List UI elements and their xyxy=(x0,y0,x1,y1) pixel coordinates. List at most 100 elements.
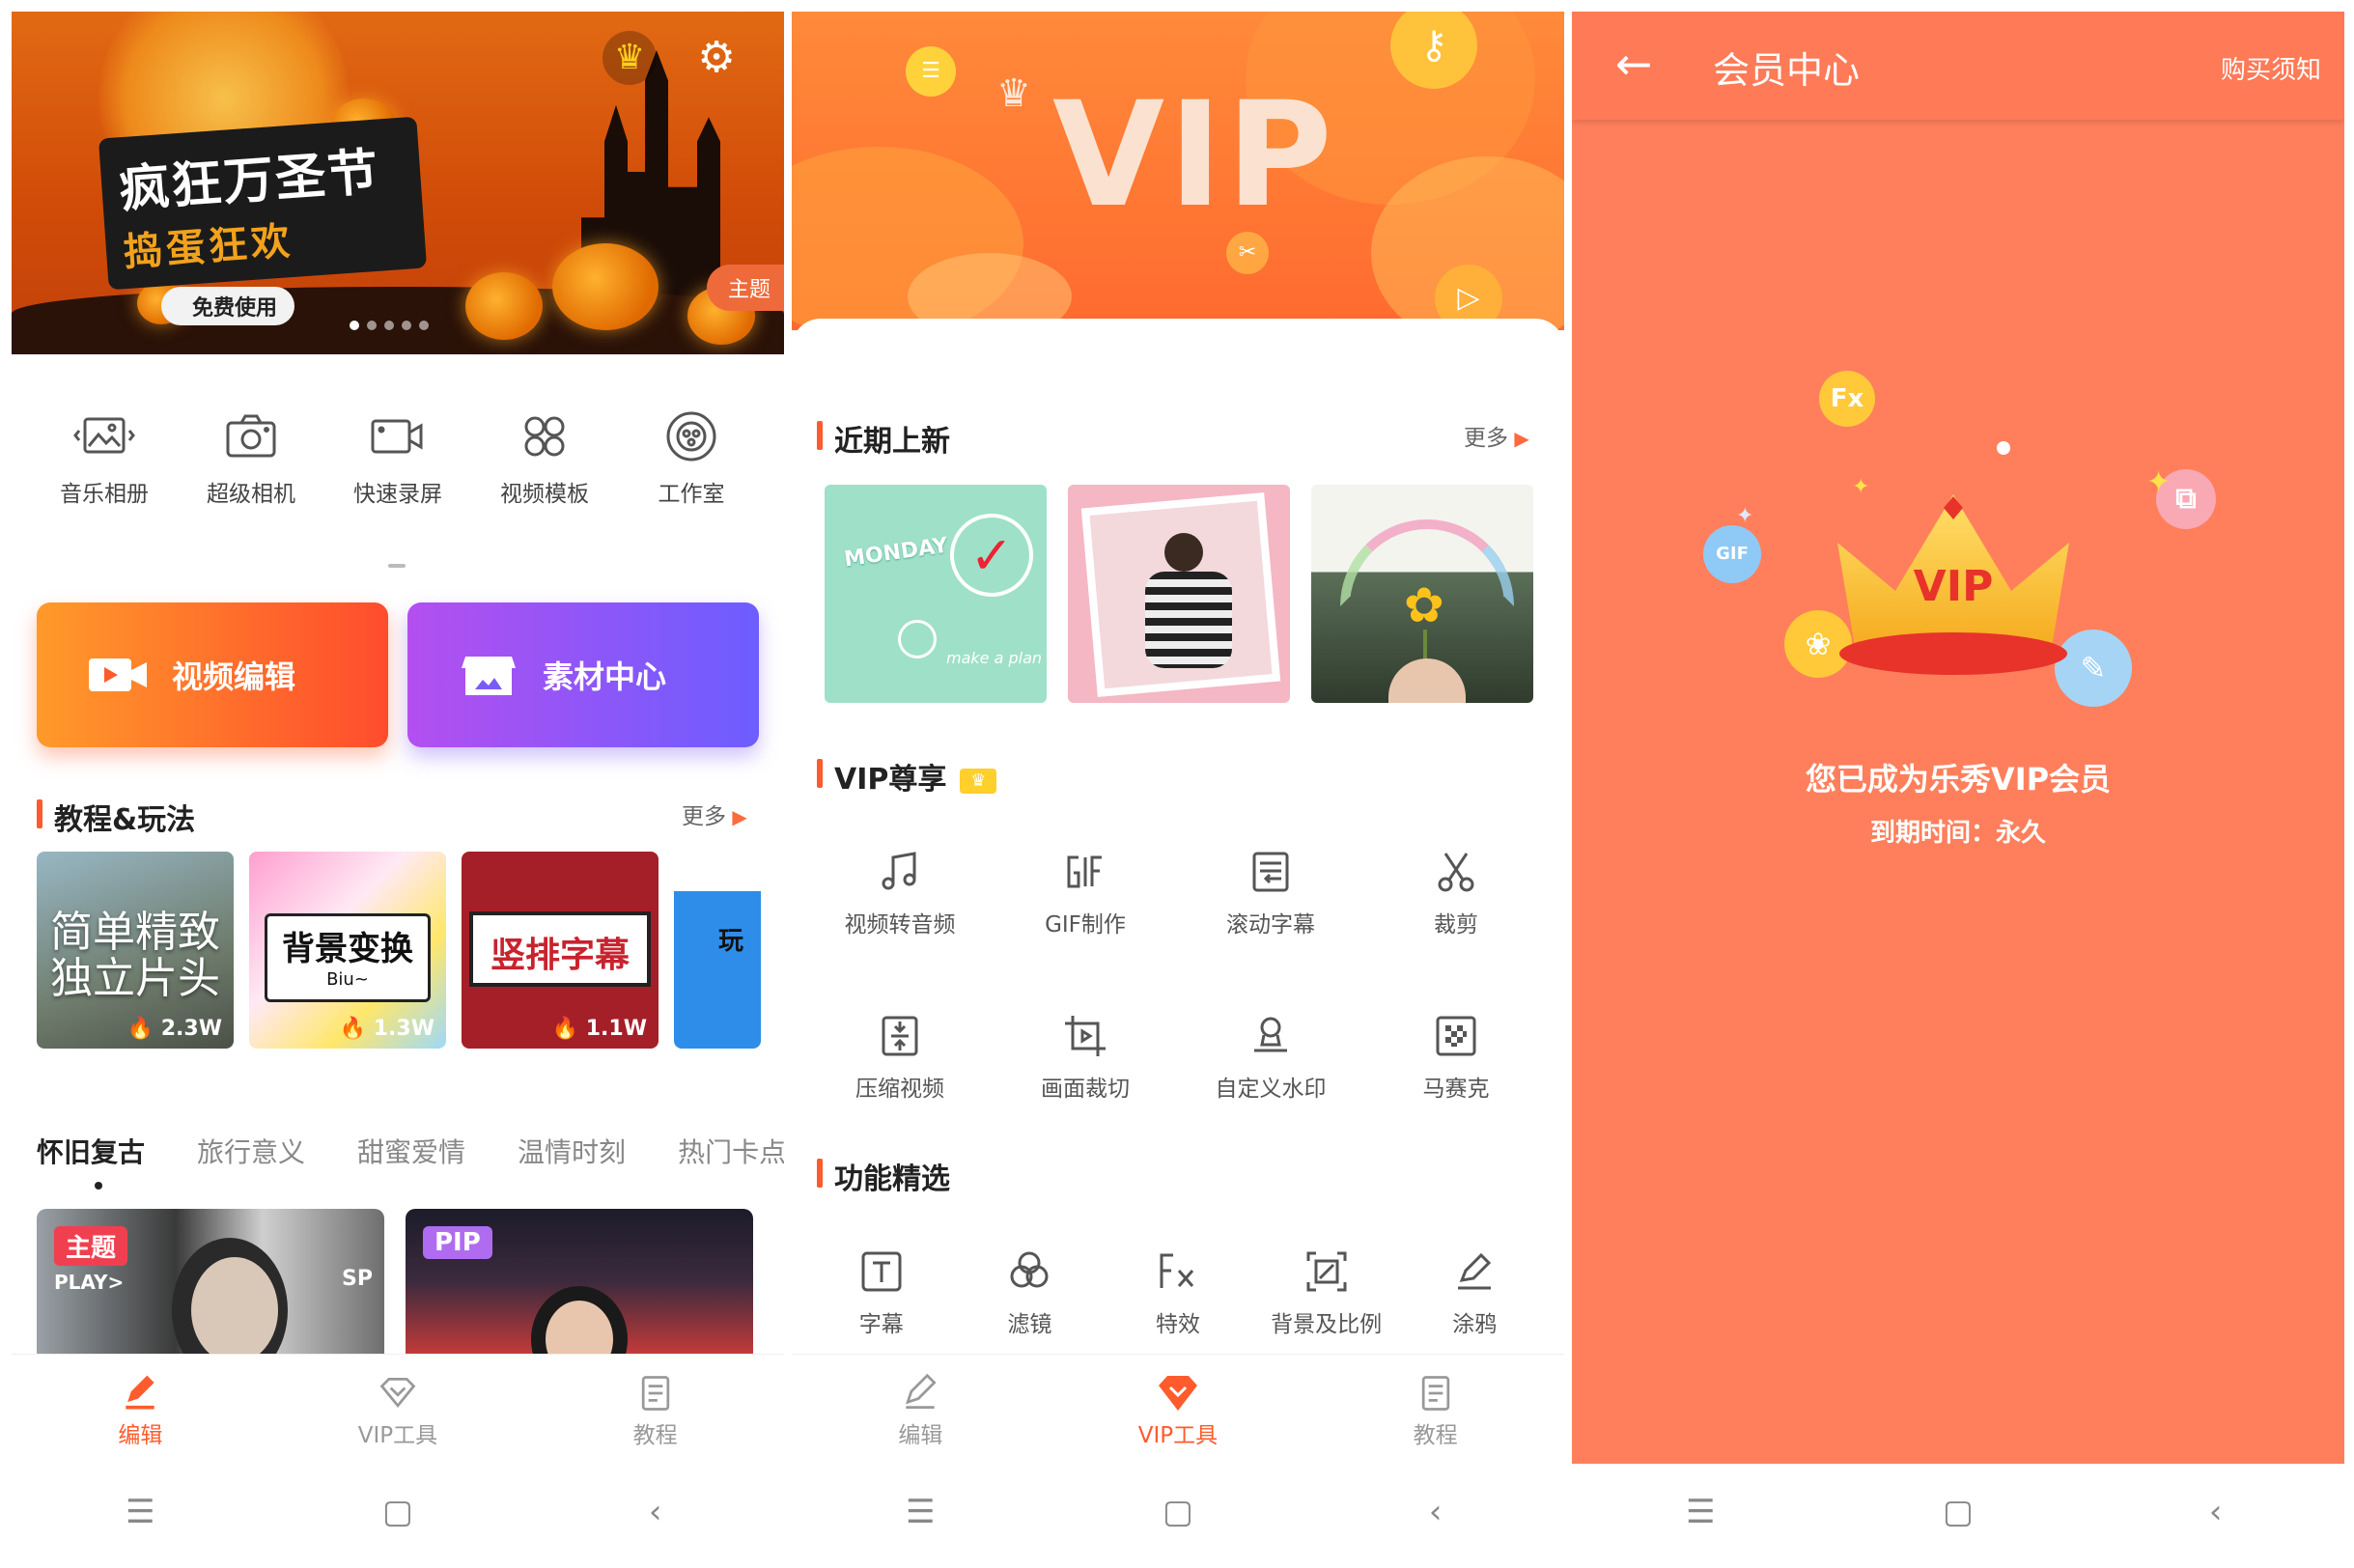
category-tab[interactable]: 甜蜜爱情 xyxy=(357,1132,465,1170)
play-caption: PLAY> xyxy=(54,1271,125,1294)
video-template-card[interactable]: PIP xyxy=(406,1209,753,1354)
recent-item[interactable]: ✿ xyxy=(1311,485,1533,703)
category-tab[interactable]: 旅行意义 xyxy=(197,1132,305,1170)
home-icon[interactable]: ▢ xyxy=(1149,1493,1207,1531)
corner-caption: SP xyxy=(342,1267,373,1291)
halloween-banner[interactable]: 疯狂万圣节 捣蛋狂欢 免费使用 ♛ ⚙ 主题 xyxy=(12,12,784,354)
free-use-badge: 免费使用 xyxy=(161,287,295,325)
tab-vip-tools[interactable]: VIP工具 xyxy=(1101,1370,1255,1449)
screen-record-icon xyxy=(371,419,423,454)
tool-super-camera[interactable]: 超级相机 xyxy=(183,398,319,508)
tool-studio[interactable]: 工作室 xyxy=(624,398,759,508)
back-icon[interactable]: ‹ xyxy=(2187,1493,2245,1531)
feature-effects[interactable]: 特效 xyxy=(1110,1238,1246,1338)
tutorial-card[interactable]: 竖排字幕 🔥 1.1W xyxy=(462,852,659,1049)
tool-video-template[interactable]: 视频模板 xyxy=(477,398,612,508)
feature-filter[interactable]: 滤镜 xyxy=(962,1238,1097,1338)
edit-icon xyxy=(906,1373,937,1409)
title-bar: ← 会员中心 购买须知 xyxy=(1572,12,2344,120)
recent-item[interactable] xyxy=(1068,485,1290,703)
pager-dot xyxy=(384,321,394,330)
category-tab[interactable]: 温情时刻 xyxy=(518,1132,626,1170)
material-center-button[interactable]: 素材中心 xyxy=(407,602,759,747)
tab-tutorial[interactable]: 教程 xyxy=(578,1370,733,1449)
recent-item[interactable]: MONDAY ✓ make a plan xyxy=(825,485,1047,703)
tool-music-album[interactable]: 音乐相册 xyxy=(37,398,172,508)
member-center-screen: ← 会员中心 购买须知 Fx GIF ⧉ ❀ ✎ ✦ ✦ ✦ VIP 您已成为乐… xyxy=(1572,12,2344,1464)
menu-icon[interactable]: ☰ xyxy=(111,1493,169,1531)
crown-icon[interactable]: ♛ xyxy=(603,31,657,85)
sparkle-dot xyxy=(1997,441,2010,455)
clock-icon xyxy=(898,620,937,658)
vip-tool-compress[interactable]: 压缩视频 xyxy=(813,1002,987,1103)
purchase-notice-link[interactable]: 购买须知 xyxy=(2221,50,2321,86)
tutorial-card[interactable]: 背景变换 Biu~ 🔥 1.3W xyxy=(249,852,446,1049)
tab-edit[interactable]: 编辑 xyxy=(63,1370,217,1449)
couple-figure xyxy=(1145,572,1232,668)
recent-more-link[interactable]: 更多 xyxy=(1464,419,1529,452)
back-icon[interactable]: ‹ xyxy=(627,1493,685,1531)
filter-icon xyxy=(1010,1251,1049,1288)
recent-item-title: MONDAY xyxy=(842,533,950,573)
vip-tool-mosaic[interactable]: 马赛克 xyxy=(1369,1002,1543,1103)
category-tab[interactable]: 热门卡点 xyxy=(678,1132,784,1170)
feature-background-ratio[interactable]: 背景及比例 xyxy=(1259,1238,1394,1338)
view-count-value: 2.3W xyxy=(160,1017,222,1041)
mosaic-icon xyxy=(1436,1016,1476,1056)
template-icon xyxy=(524,416,565,457)
tool-screen-record[interactable]: 快速录屏 xyxy=(330,398,465,508)
tutorial-card-label: 竖排字幕 xyxy=(469,911,651,987)
tutorial-icon xyxy=(1421,1375,1449,1411)
feature-label: 字幕 xyxy=(858,1312,904,1337)
tutorial-more-link[interactable]: 更多 xyxy=(682,798,747,830)
tutorial-icon xyxy=(641,1375,669,1411)
music-album-icon xyxy=(73,417,135,454)
vip-diamond-icon xyxy=(379,1377,416,1408)
tools-pager xyxy=(388,564,406,568)
material-center-label: 素材中心 xyxy=(543,658,667,695)
tab-tutorial[interactable]: 教程 xyxy=(1359,1370,1513,1449)
tutorial-card-subtitle: Biu~ xyxy=(326,969,369,990)
view-count: 🔥 1.3W xyxy=(339,1017,434,1041)
tab-label: 编辑 xyxy=(118,1422,163,1448)
hand xyxy=(1388,658,1466,703)
pager-dot xyxy=(419,321,429,330)
recent-section-title: 近期上新 xyxy=(817,417,950,460)
theme-tag[interactable]: 主题 xyxy=(706,265,784,311)
vip-tool-scroll-text[interactable]: 滚动字幕 xyxy=(1184,838,1358,938)
check-icon: ✓ xyxy=(950,514,1033,597)
pager-dot xyxy=(350,321,359,330)
vip-tool-gif[interactable]: GIF制作 xyxy=(998,838,1172,938)
video-template-card[interactable]: 主题 PLAY> SP xyxy=(37,1209,384,1354)
back-arrow-icon[interactable]: ← xyxy=(1607,37,1661,91)
tab-label: 教程 xyxy=(1413,1422,1458,1448)
vip-tool-video-to-audio[interactable]: 视频转音频 xyxy=(813,838,987,938)
tutorial-card-title: 竖排字幕 xyxy=(490,936,630,975)
back-icon[interactable]: ‹ xyxy=(1407,1493,1465,1531)
home-icon[interactable]: ▢ xyxy=(369,1493,427,1531)
edit-icon xyxy=(126,1375,154,1409)
vip-section-title-text: VIP尊享 xyxy=(834,763,947,797)
vip-tool-crop[interactable]: 画面裁切 xyxy=(998,1002,1172,1103)
scissors-icon xyxy=(1438,853,1474,892)
vip-tool-trim[interactable]: 裁剪 xyxy=(1369,838,1543,938)
page-title: 会员中心 xyxy=(1713,49,1861,92)
feature-subtitle[interactable]: 字幕 xyxy=(814,1238,949,1338)
tutorial-card[interactable]: 玩 xyxy=(674,852,761,1049)
vip-tool-watermark[interactable]: 自定义水印 xyxy=(1184,1002,1358,1103)
vip-banner-text: VIP xyxy=(1052,71,1336,239)
feature-doodle[interactable]: 涂鸦 xyxy=(1407,1238,1542,1338)
vip-banner[interactable]: ☰ ⚷ ▷ ✂ ♛ VIP xyxy=(792,12,1564,330)
features-row: 字幕 滤镜 特效 背景及比例 涂鸦 xyxy=(807,1238,1549,1338)
tutorial-card[interactable]: 简单精致 独立片头 🔥 2.3W xyxy=(37,852,234,1049)
gear-icon[interactable]: ⚙ xyxy=(689,31,743,85)
category-tab[interactable]: 怀旧复古 xyxy=(37,1132,145,1170)
video-edit-button[interactable]: 视频编辑 xyxy=(37,602,388,747)
tab-vip-tools[interactable]: VIP工具 xyxy=(321,1370,475,1449)
tutorial-card-label: 背景变换 Biu~ xyxy=(265,913,431,1002)
menu-icon[interactable]: ☰ xyxy=(1671,1493,1729,1531)
theme-tag: 主题 xyxy=(54,1226,128,1266)
tab-edit[interactable]: 编辑 xyxy=(843,1370,997,1449)
menu-icon[interactable]: ☰ xyxy=(891,1493,949,1531)
home-icon[interactable]: ▢ xyxy=(1929,1493,1987,1531)
